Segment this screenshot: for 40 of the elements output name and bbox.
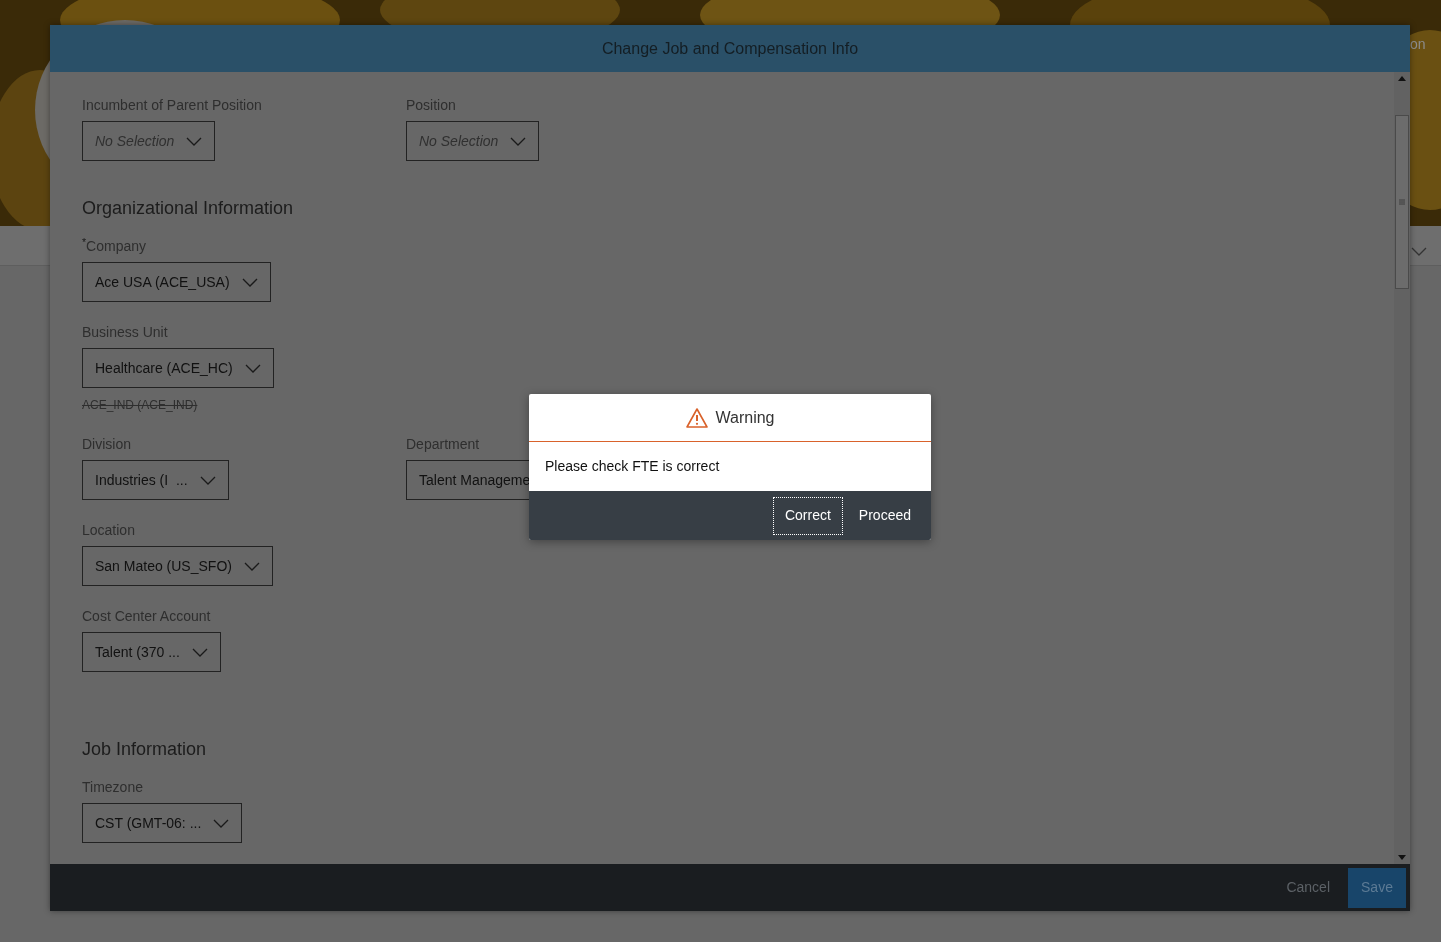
dropdown-field[interactable]: CST (GMT-06: ... (82, 803, 243, 843)
scrollbar[interactable] (1394, 72, 1410, 864)
dropdown-field[interactable]: Talent (370 ... (82, 632, 221, 672)
save-button[interactable]: Save (1348, 867, 1406, 908)
field-label: Position (406, 97, 456, 114)
dropdown-field[interactable]: Healthcare (ACE_HC) (82, 348, 274, 388)
field-label: Division (82, 436, 131, 453)
field-label: Department (406, 436, 480, 453)
scrollbar-thumb[interactable] (1395, 115, 1409, 289)
field-label: Business Unit (82, 324, 168, 341)
chevron-down-icon (510, 136, 527, 146)
field-label: Incumbent of Parent Position (82, 97, 262, 114)
chevron-down-icon (1411, 247, 1427, 256)
dropdown-field[interactable]: San Mateo (US_SFO) (82, 546, 273, 586)
chevron-down-icon (244, 363, 261, 373)
section-heading: Job Information (82, 738, 208, 761)
field-label: Cost Center Account (82, 608, 211, 625)
warning-icon (685, 407, 708, 428)
chevron-down-icon (243, 561, 260, 571)
chevron-down-icon (241, 277, 258, 287)
field-label: $^{*}$Company (82, 238, 146, 255)
modal-title: Change Job and Compensation Info (601, 38, 859, 59)
dialog-title: Warning (715, 407, 775, 428)
field-label: Location (82, 522, 135, 539)
grip-icon (1399, 199, 1405, 205)
header-link[interactable]: on (1410, 34, 1426, 55)
dropdown-field[interactable]: Industries (I ... (82, 460, 229, 500)
chevron-down-icon (191, 647, 208, 657)
scroll-up-icon[interactable] (1398, 76, 1406, 81)
scroll-down-icon[interactable] (1398, 855, 1406, 860)
section-heading: Organizational Information (82, 197, 295, 220)
chevron-down-icon (213, 818, 230, 828)
dialog-button[interactable]: Correct (772, 496, 843, 535)
chevron-down-icon (186, 136, 203, 146)
dialog-button[interactable]: Proceed (846, 496, 923, 535)
cancel-button[interactable]: Cancel (1284, 877, 1332, 898)
field-label: Timezone (82, 779, 143, 796)
dropdown-field[interactable]: Ace USA (ACE_USA) (82, 262, 271, 302)
previous-value: ACE_IND (ACE_IND) (82, 397, 199, 414)
chevron-down-icon (199, 475, 216, 485)
